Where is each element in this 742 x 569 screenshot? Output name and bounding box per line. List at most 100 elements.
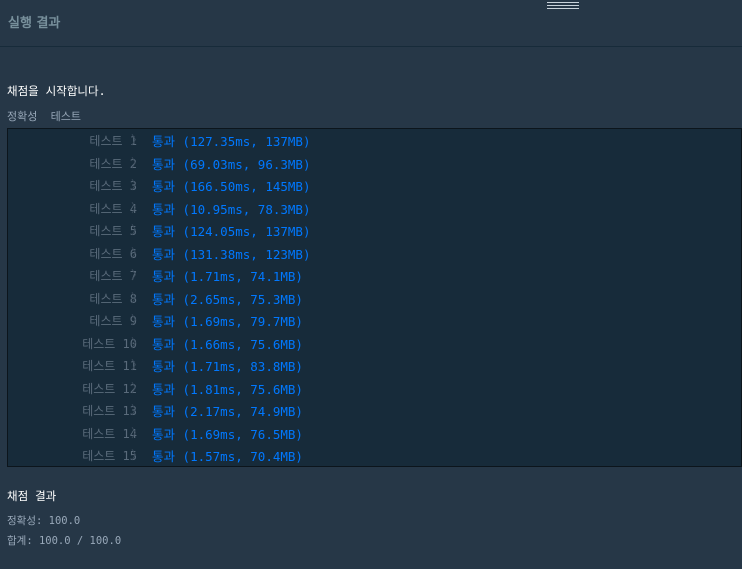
test-result-row: 테스트 12 〉 통과 (1.81ms, 75.6MB) — [8, 377, 741, 399]
chevron-right-icon: 〉 — [131, 268, 144, 282]
chevron-right-icon: 〉 — [131, 155, 144, 170]
chevron-right-icon: 〉 — [131, 335, 144, 350]
test-label: 테스트 5 — [89, 224, 137, 238]
start-message: 채점을 시작합니다. — [7, 84, 106, 98]
test-result-row: 테스트 8 〉 통과 (2.65ms, 75.3MB) — [8, 287, 741, 309]
resize-handle-icon[interactable] — [547, 2, 579, 11]
chevron-right-icon: 〉 — [131, 133, 144, 147]
category-line: 정확성 테스트 — [7, 110, 81, 123]
chevron-right-icon: 〉 — [131, 290, 144, 305]
test-status: 통과 — [152, 381, 176, 397]
chevron-right-icon: 〉 — [131, 223, 144, 237]
test-status: 통과 — [152, 134, 176, 149]
chevron-right-icon: 〉 — [131, 245, 144, 260]
test-result-row: 테스트 15 〉 통과 (1.57ms, 70.4MB) — [8, 444, 741, 466]
chevron-right-icon: 〉 — [131, 358, 144, 372]
test-status: 통과 — [152, 336, 176, 352]
test-result: 통과 (69.03ms, 96.3MB) — [152, 154, 310, 173]
test-label: 테스트 4 — [89, 201, 137, 216]
test-detail: (1.66ms, 75.6MB) — [182, 336, 303, 352]
test-result-row: 테스트 4 〉 통과 (10.95ms, 78.3MB) — [8, 197, 741, 219]
test-detail: (10.95ms, 78.3MB) — [182, 201, 311, 217]
panel-title: 실행 결과 — [8, 16, 61, 31]
test-result: 통과 (2.65ms, 75.3MB) — [152, 289, 303, 308]
chevron-right-icon: 〉 — [131, 380, 144, 395]
test-status: 통과 — [152, 449, 176, 464]
test-label: 테스트 9 — [89, 314, 137, 328]
test-status: 통과 — [152, 269, 176, 284]
test-detail: (1.71ms, 74.1MB) — [182, 269, 303, 284]
test-result-row: 테스트 13 〉 통과 (2.17ms, 74.9MB) — [8, 399, 741, 421]
test-result: 통과 (127.35ms, 137MB) — [152, 131, 310, 150]
test-label: 테스트 14 — [82, 426, 137, 441]
accuracy-score: 정확성: 100.0 — [7, 515, 81, 527]
chevron-right-icon: 〉 — [131, 178, 144, 192]
test-status: 통과 — [152, 291, 176, 307]
test-status: 통과 — [152, 404, 176, 419]
chevron-right-icon: 〉 — [131, 313, 144, 327]
test-result: 통과 (1.71ms, 74.1MB) — [152, 266, 303, 285]
chevron-right-icon: 〉 — [131, 403, 144, 417]
test-result: 통과 (1.71ms, 83.8MB) — [152, 356, 303, 375]
test-label: 테스트 10 — [82, 336, 137, 351]
test-result-row: 테스트 7 〉 통과 (1.71ms, 74.1MB) — [8, 264, 741, 286]
test-status: 통과 — [152, 359, 176, 374]
test-label: 테스트 3 — [89, 179, 137, 193]
test-detail: (2.65ms, 75.3MB) — [182, 291, 303, 307]
test-result-row: 테스트 3 〉 통과 (166.50ms, 145MB) — [8, 174, 741, 196]
test-result-row: 테스트 9 〉 통과 (1.69ms, 79.7MB) — [8, 309, 741, 331]
test-result: 통과 (124.05ms, 137MB) — [152, 221, 310, 240]
test-detail: (1.57ms, 70.4MB) — [182, 449, 303, 464]
test-result: 통과 (10.95ms, 78.3MB) — [152, 199, 310, 218]
test-detail: (2.17ms, 74.9MB) — [182, 404, 303, 419]
test-label: 테스트 2 — [89, 156, 137, 171]
test-result: 통과 (2.17ms, 74.9MB) — [152, 401, 303, 420]
test-detail: (124.05ms, 137MB) — [182, 224, 311, 239]
test-result: 통과 (166.50ms, 145MB) — [152, 176, 310, 195]
test-detail: (1.69ms, 76.5MB) — [182, 426, 303, 442]
test-status: 통과 — [152, 246, 176, 262]
test-result: 통과 (1.81ms, 75.6MB) — [152, 379, 303, 398]
summary-title: 채점 결과 — [7, 489, 57, 503]
test-result: 통과 (1.66ms, 75.6MB) — [152, 334, 303, 353]
panel-header: 실행 결과 — [0, 0, 742, 47]
test-result-row: 테스트 6 〉 통과 (131.38ms, 123MB) — [8, 242, 741, 264]
test-result: 통과 (131.38ms, 123MB) — [152, 244, 310, 263]
test-result: 통과 (1.69ms, 79.7MB) — [152, 311, 303, 330]
test-detail: (1.69ms, 79.7MB) — [182, 314, 303, 329]
test-detail: (166.50ms, 145MB) — [182, 179, 311, 194]
test-result: 통과 (1.57ms, 70.4MB) — [152, 446, 303, 465]
total-score: 합계: 100.0 / 100.0 — [7, 535, 122, 547]
test-status: 통과 — [152, 426, 176, 442]
test-status: 통과 — [152, 314, 176, 329]
chevron-right-icon: 〉 — [131, 448, 144, 462]
test-status: 통과 — [152, 156, 176, 172]
test-results-box: 테스트 1 〉 통과 (127.35ms, 137MB) 테스트 2 〉 통과 (69.0… — [7, 128, 742, 467]
console-output: 채점을 시작합니다. 정확성 테스트 테스트 1 〉 통과 (127.35ms, 1… — [0, 48, 742, 569]
test-status: 통과 — [152, 201, 176, 217]
chevron-right-icon: 〉 — [131, 200, 144, 215]
test-detail: (131.38ms, 123MB) — [182, 246, 311, 262]
test-detail: (1.71ms, 83.8MB) — [182, 359, 303, 374]
chevron-right-icon: 〉 — [131, 425, 144, 440]
test-result-row: 테스트 2 〉 통과 (69.03ms, 96.3MB) — [8, 152, 741, 174]
test-label: 테스트 6 — [89, 246, 137, 261]
test-label: 테스트 12 — [82, 381, 137, 396]
test-detail: (1.81ms, 75.6MB) — [182, 381, 303, 397]
test-result-row: 테스트 5 〉 통과 (124.05ms, 137MB) — [8, 219, 741, 241]
test-label: 테스트 1 — [89, 134, 137, 148]
test-label: 테스트 8 — [89, 291, 137, 306]
test-label: 테스트 7 — [89, 269, 137, 283]
test-label: 테스트 11 — [82, 359, 137, 373]
test-result-row: 테스트 14 〉 통과 (1.69ms, 76.5MB) — [8, 422, 741, 444]
test-label: 테스트 13 — [82, 404, 137, 418]
test-status: 통과 — [152, 224, 176, 239]
test-result-row: 테스트 1 〉 통과 (127.35ms, 137MB) — [8, 129, 741, 151]
test-detail: (69.03ms, 96.3MB) — [182, 156, 311, 172]
test-label: 테스트 15 — [82, 449, 137, 463]
test-status: 통과 — [152, 179, 176, 194]
test-result-row: 테스트 10 〉 통과 (1.66ms, 75.6MB) — [8, 332, 741, 354]
test-detail: (127.35ms, 137MB) — [182, 134, 311, 149]
test-result: 통과 (1.69ms, 76.5MB) — [152, 424, 303, 443]
test-result-row: 테스트 11 〉 통과 (1.71ms, 83.8MB) — [8, 354, 741, 376]
